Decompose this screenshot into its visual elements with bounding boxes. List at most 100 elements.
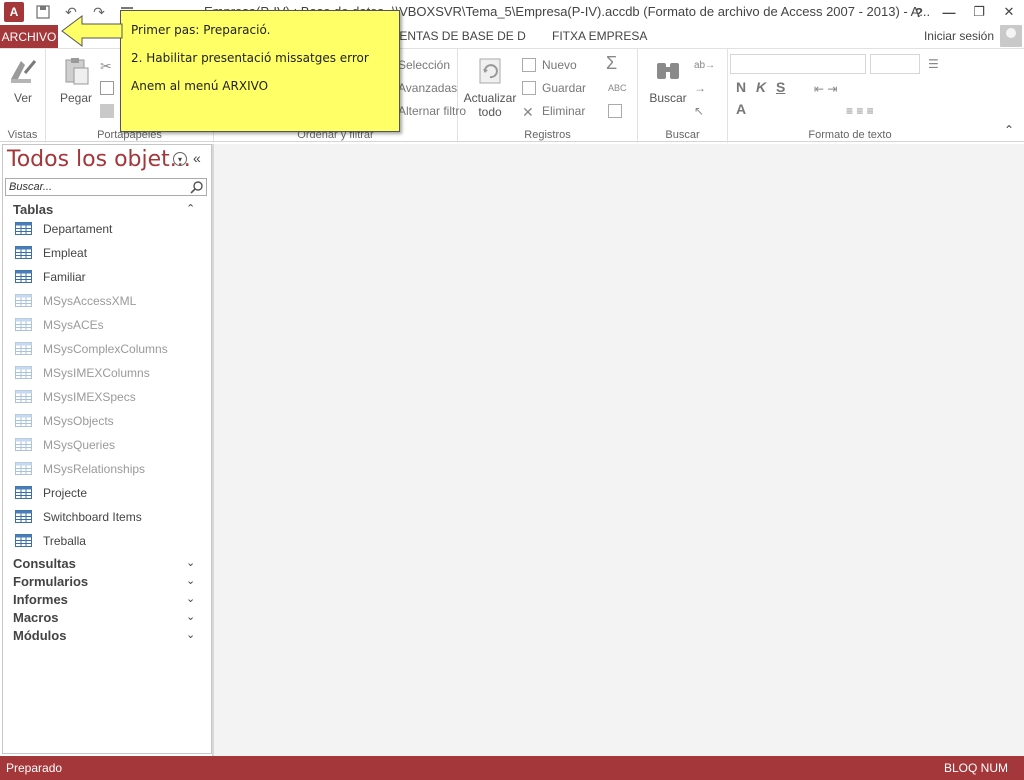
status-text: Preparado	[6, 761, 63, 775]
table-icon	[15, 294, 32, 307]
access-logo-icon[interactable]: A	[4, 2, 24, 22]
help-button[interactable]: ?	[904, 0, 934, 24]
table-item[interactable]: MSysComplexColumns	[3, 337, 211, 361]
section-label-formularios: Formularios	[13, 574, 89, 589]
section-label-informes: Informes	[13, 592, 68, 607]
cut-button[interactable]: ✂	[100, 55, 114, 75]
find-button[interactable]: Buscar	[646, 55, 690, 105]
collapse-ribbon-icon[interactable]: ⌃	[1004, 123, 1014, 137]
more-icon	[608, 104, 622, 118]
more-records-button[interactable]	[608, 101, 622, 121]
bold-button[interactable]: N	[736, 79, 746, 95]
nav-menu-icon[interactable]: ▾	[173, 152, 187, 166]
tab-fitxa-empresa[interactable]: FITXA EMPRESA	[552, 29, 647, 43]
table-item[interactable]: Treballa	[3, 529, 211, 553]
list-buttons[interactable]: ☰	[928, 54, 939, 74]
table-item[interactable]: Switchboard Items	[3, 505, 211, 529]
section-label-macros: Macros	[13, 610, 59, 625]
tab-archivo[interactable]: ARCHIVO	[0, 25, 58, 48]
table-item[interactable]: MSysObjects	[3, 409, 211, 433]
search-icon[interactable]	[190, 180, 204, 194]
section-formularios[interactable]: Formularios ⌄	[3, 573, 211, 591]
italic-button[interactable]: K	[756, 79, 766, 95]
refresh-all-button[interactable]: Actualizar todo	[462, 55, 518, 119]
indent-buttons[interactable]: ⇤ ⇥	[814, 79, 837, 99]
chevron-down-icon: ⌄	[186, 629, 196, 641]
table-item[interactable]: MSysRelationships	[3, 457, 211, 481]
table-icon	[15, 438, 32, 451]
brush-icon	[100, 104, 114, 118]
table-item-label: MSysRelationships	[43, 462, 146, 476]
new-record-button[interactable]: Nuevo	[522, 55, 577, 75]
advanced-label: Avanzadas	[398, 81, 458, 95]
minimize-button[interactable]: —	[934, 0, 964, 24]
underline-button[interactable]: S	[776, 79, 785, 95]
table-item[interactable]: MSysAccessXML	[3, 289, 211, 313]
totals-button[interactable]: Σ	[606, 53, 617, 73]
table-icon	[15, 414, 32, 427]
binoculars-icon	[657, 63, 679, 79]
nav-search-input[interactable]	[6, 179, 186, 195]
save-record-button[interactable]: Guardar	[522, 78, 586, 98]
goto-icon: →	[694, 81, 706, 95]
table-icon	[15, 486, 32, 499]
callout-line-1: Primer pas: Preparació.	[131, 23, 271, 37]
section-label-tablas: Tablas	[13, 202, 54, 217]
tab-database-tools[interactable]: HERRAMIENTAS DE BASE DE DATOS	[396, 29, 526, 43]
paste-icon	[65, 58, 89, 85]
close-button[interactable]: ✕	[994, 0, 1024, 24]
goto-button[interactable]: →	[694, 78, 706, 98]
table-item-label: MSysObjects	[43, 414, 114, 428]
section-informes[interactable]: Informes ⌄	[3, 591, 211, 609]
table-item[interactable]: Familiar	[3, 265, 211, 289]
format-painter-button[interactable]	[100, 101, 114, 121]
refresh-label: Actualizar	[463, 91, 517, 105]
replace-button[interactable]: ab→	[694, 55, 715, 75]
restore-button[interactable]: ❐	[964, 0, 994, 24]
table-item[interactable]: MSysIMEXSpecs	[3, 385, 211, 409]
font-color-button[interactable]: A	[736, 101, 746, 117]
font-size-dropdown[interactable]	[870, 54, 920, 74]
table-item[interactable]: MSysACEs	[3, 313, 211, 337]
table-item-label: MSysComplexColumns	[43, 342, 168, 356]
status-bar: Preparado BLOQ NUM	[0, 756, 1024, 780]
select-button[interactable]: ↖	[694, 101, 704, 121]
align-buttons[interactable]: ≡ ≡ ≡	[846, 101, 874, 121]
find-label: Buscar	[649, 91, 687, 105]
table-icon	[15, 366, 32, 379]
group-vistas: Ver Vistas	[0, 49, 46, 143]
font-name-dropdown[interactable]	[730, 54, 866, 74]
selection-button[interactable]: Selección	[398, 55, 450, 75]
align-icon: ≡ ≡ ≡	[846, 104, 874, 118]
table-item[interactable]: MSysIMEXColumns	[3, 361, 211, 385]
toggle-filter-button[interactable]: Alternar filtro	[398, 101, 466, 121]
advanced-button[interactable]: Avanzadas	[398, 78, 457, 98]
replace-icon: ab→	[694, 59, 716, 71]
sign-in-link[interactable]: Iniciar sesión	[924, 29, 994, 43]
nav-collapse-button[interactable]: «	[193, 150, 201, 166]
section-consultas[interactable]: Consultas ⌄	[3, 555, 211, 573]
table-item[interactable]: Projecte	[3, 481, 211, 505]
section-label-modulos: Módulos	[13, 628, 67, 643]
table-item-label: MSysACEs	[43, 318, 104, 332]
section-label-consultas: Consultas	[13, 556, 76, 571]
view-label: Ver	[13, 91, 32, 105]
nav-search	[5, 178, 207, 196]
paste-button[interactable]: Pegar	[54, 55, 98, 105]
table-item[interactable]: Departament	[3, 217, 211, 241]
table-item[interactable]: MSysQueries	[3, 433, 211, 457]
nav-pane-title[interactable]: Todos los objet...	[7, 147, 191, 172]
spelling-button[interactable]: ABC	[608, 78, 627, 98]
avatar[interactable]	[1000, 25, 1022, 47]
section-macros[interactable]: Macros ⌄	[3, 609, 211, 627]
copy-button[interactable]	[100, 78, 114, 98]
group-label-registros: Registros	[524, 129, 571, 141]
selection-label: Selección	[398, 58, 451, 72]
section-modulos[interactable]: Módulos ⌄	[3, 627, 211, 645]
delete-record-button[interactable]: ✕ Eliminar	[522, 101, 585, 121]
save-icon[interactable]	[34, 3, 52, 21]
table-item[interactable]: Empleat	[3, 241, 211, 265]
view-button[interactable]: Ver	[1, 55, 45, 105]
select-icon: ↖	[694, 104, 705, 118]
chevron-down-icon: ⌄	[186, 611, 196, 623]
